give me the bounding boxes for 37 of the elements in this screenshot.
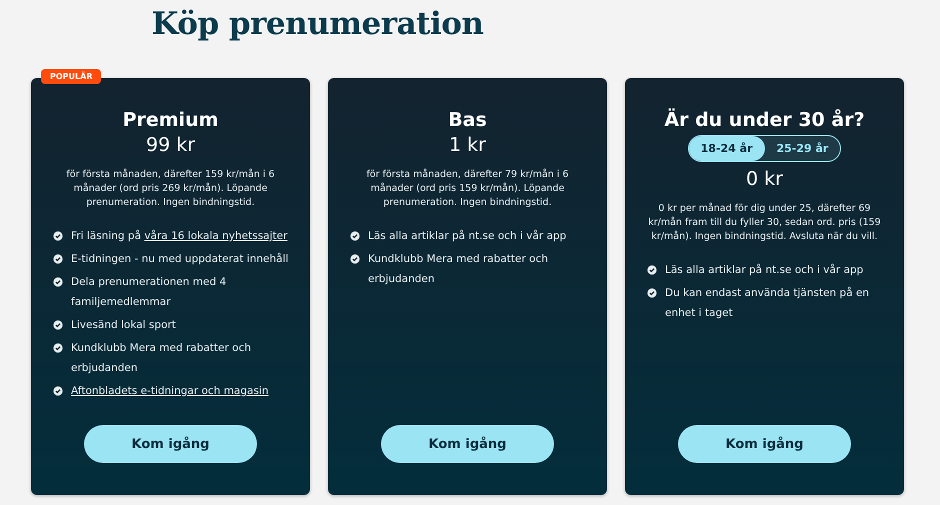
feature-text: Du kan endast använda tjänsten på en enhet i taget: [665, 286, 870, 321]
feature-text: Fri läsning på våra 16 lokala nyhetssajter: [71, 228, 288, 244]
check-icon: [647, 265, 657, 275]
feature-text: E-tidningen - nu med uppdaterat innehåll: [71, 252, 288, 267]
plan-description: för första månaden, därefter 159 kr/mån i 6 månader (ord pris 269 kr/mån). Löpande prenumeration. Ingen bindningstid.: [65, 168, 276, 210]
feature-text: Kundklubb Mera med rabatter och erbjudanden: [71, 341, 252, 376]
check-icon: [53, 343, 63, 353]
check-icon: [53, 320, 63, 330]
plan-name: Är du under 30 år?: [664, 108, 865, 132]
feature-link[interactable]: våra 16 lokala nyhetssajter: [144, 230, 288, 242]
feature-text: Kundklubb Mera med rabatter och erbjudanden: [368, 252, 550, 287]
plan-price: 1 kr: [449, 133, 486, 158]
plan-description: 0 kr per månad för dig under 25, därefter 69 kr/mån fram till du fyller 30, sedan ord. pris (159 kr/mån). Ingen bindningstid. Avsluta när du vill.: [647, 202, 882, 244]
check-icon: [53, 386, 63, 396]
plan-price: 99 kr: [146, 133, 196, 158]
start-button[interactable]: Kom igång: [84, 425, 257, 463]
check-icon: [350, 254, 360, 264]
feature-text: Livesänd lokal sport: [71, 318, 176, 333]
feature-link[interactable]: Aftonbladets e-tidningar och magasin: [71, 381, 269, 401]
start-button[interactable]: Kom igång: [381, 425, 554, 463]
start-button[interactable]: Kom igång: [678, 425, 851, 463]
plan-price: 0 kr: [746, 167, 783, 192]
feature-text: Läs alla artiklar på nt.se och i vår app: [368, 228, 566, 244]
check-icon: [53, 254, 63, 264]
page-title: Köp prenumeration: [150, 5, 484, 44]
feature-text: Dela prenumerationen med 4 familjemedlemmar: [71, 275, 228, 310]
popular-badge: POPULÄR: [41, 69, 102, 84]
plan-name: Premium: [122, 108, 218, 132]
check-icon: [647, 288, 657, 298]
feature-text: Läs alla artiklar på nt.se och i vår app: [665, 262, 864, 278]
age-option[interactable]: 25-29 år: [764, 136, 840, 161]
plan-name: Bas: [448, 108, 487, 132]
check-icon: [53, 277, 63, 287]
plan-description: för första månaden, därefter 79 kr/mån i 6 månader (ord pris 159 kr/mån). Löpande prenumeration. Ingen bindningstid.: [365, 168, 570, 210]
check-icon: [53, 231, 63, 241]
age-option[interactable]: 18-24 år: [688, 136, 764, 161]
check-icon: [350, 231, 360, 241]
